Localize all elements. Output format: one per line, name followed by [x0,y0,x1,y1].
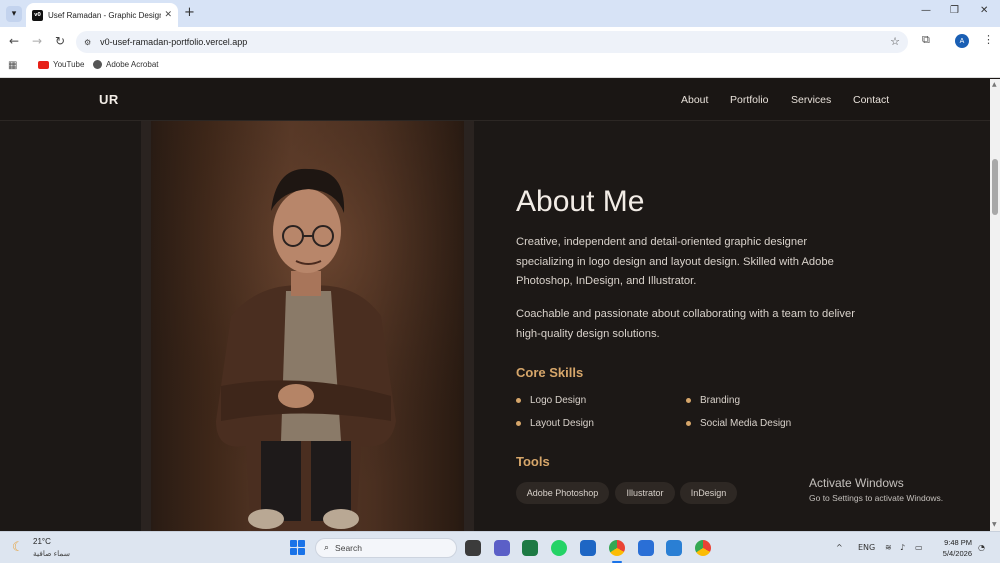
wifi-icon[interactable]: ≋ [885,543,892,552]
weather-moon-icon[interactable]: ☾ [12,540,24,555]
skill-label: Logo Design [530,395,587,406]
database-icon[interactable] [638,540,654,556]
activate-title: Activate Windows [809,476,904,490]
skill-label: Layout Design [530,418,594,429]
profile-avatar[interactable]: A [955,34,969,48]
tools-title: Tools [516,454,550,469]
search-icon: ⌕ [324,543,330,553]
forward-arrow-icon[interactable]: → [32,34,42,48]
tool-tag-indesign: InDesign [680,482,737,504]
bookmark-label: YouTube [53,60,85,69]
scroll-down-arrow-icon[interactable]: ▼ [992,521,997,528]
battery-icon[interactable]: ▭ [915,543,923,552]
about-heading: About Me [516,185,645,218]
tab-search-button[interactable]: ▾ [6,6,22,22]
notification-bell-icon[interactable]: ◔ [978,543,985,552]
weather-temperature[interactable]: 21°C [33,537,51,546]
skill-item: Social Media Design [686,418,791,429]
page-scrollbar[interactable]: ▲ ▼ [990,79,1000,531]
bookmark-star-icon[interactable]: ☆ [890,35,900,48]
bullet-dot [686,421,691,426]
nav-link-services[interactable]: Services [791,94,831,106]
bookmarks-bar: ▦ YouTube Adobe Acrobat [0,56,1000,78]
close-tab-icon[interactable]: ✕ [164,10,172,20]
bookmark-label: Adobe Acrobat [106,60,159,69]
volume-icon[interactable]: ♪ [900,543,905,552]
skill-label: Social Media Design [700,418,792,429]
tool-tag-illustrator: Illustrator [615,482,675,504]
about-paragraph-1: Creative, independent and detail-oriente… [516,236,834,287]
windows-start-icon[interactable] [290,540,305,555]
site-logo[interactable]: UR [99,92,119,107]
bullet-dot [516,421,521,426]
scrollbar-thumb[interactable] [992,159,998,215]
tab-title: Usef Ramadan - Graphic Designer [47,10,162,20]
skill-item: Branding [686,395,740,406]
task-view-icon[interactable] [465,540,481,556]
nav-link-about[interactable]: About [681,94,708,106]
taskbar-search[interactable]: ⌕ Search [315,538,457,558]
activate-windows-watermark: Activate Windows Go to Settings to activ… [809,476,943,503]
browser-tab-strip: ▾ v0 Usef Ramadan - Graphic Designer ✕ +… [0,0,1000,27]
close-window-icon[interactable]: ✕ [980,5,988,16]
skill-item: Logo Design [516,395,586,406]
new-tab-plus-icon[interactable]: + [184,5,195,20]
v0-favicon-icon: v0 [32,9,43,21]
whatsapp-icon[interactable] [551,540,567,556]
url-text[interactable]: v0-usef-ramadan-portfolio.vercel.app [100,37,247,47]
chrome-profile-icon[interactable] [695,540,711,556]
vscode-icon[interactable] [666,540,682,556]
youtube-icon [38,60,49,69]
system-clock[interactable]: 9:48 PM 5/4/2026 [934,537,972,559]
back-arrow-icon[interactable]: ← [9,34,19,48]
teams-icon[interactable] [494,540,510,556]
restore-icon[interactable]: ❐ [950,5,959,16]
browser-menu-icon[interactable]: ⋮ [983,33,994,46]
nav-link-contact[interactable]: Contact [853,94,889,106]
reload-icon[interactable]: ↻ [55,34,65,48]
core-skills-title: Core Skills [516,365,584,380]
address-bar-row: ← → ↻ ⚙ v0-usef-ramadan-portfolio.vercel… [0,27,1000,56]
chrome-icon[interactable] [609,540,625,556]
weather-description[interactable]: سماء صافية [33,549,70,558]
bookmark-youtube[interactable]: YouTube [38,60,84,69]
windows-taskbar: ☾ 21°C سماء صافية ⌕ Search ^ ENG ≋ ♪ ▭ 9… [0,531,1000,563]
nav-link-portfolio[interactable]: Portfolio [730,94,769,106]
apps-grid-icon[interactable]: ▦ [8,60,17,71]
photo-frame-left [141,121,151,531]
clock-date: 5/4/2026 [942,549,972,558]
outlook-icon[interactable] [580,540,596,556]
site-info-icon[interactable]: ⚙ [84,38,91,47]
minimize-icon[interactable]: — [921,5,931,16]
extensions-puzzle-icon[interactable]: ⧉ [922,33,930,47]
excel-icon[interactable] [522,540,538,556]
activate-subtitle: Go to Settings to activate Windows. [809,493,944,503]
bookmark-adobe-acrobat[interactable]: Adobe Acrobat [93,60,158,69]
bullet-dot [686,398,691,403]
bullet-dot [516,398,521,403]
photo-frame-right [464,121,474,531]
language-indicator[interactable]: ENG [858,543,875,552]
skill-item: Layout Design [516,418,594,429]
tray-chevron-up-icon[interactable]: ^ [836,543,843,552]
scroll-up-arrow-icon[interactable]: ▲ [992,81,997,88]
clock-time: 9:48 PM [944,538,972,547]
tool-tag-photoshop: Adobe Photoshop [516,482,609,504]
browser-tab[interactable]: v0 Usef Ramadan - Graphic Designer ✕ [26,3,178,27]
acrobat-icon [93,60,102,69]
about-paragraph-2: Coachable and passionate about collabora… [516,308,855,340]
profile-photo [141,121,474,531]
site-header: UR About Portfolio Services Contact [0,79,990,121]
portrait-illustration [141,121,474,531]
skill-label: Branding [700,395,741,406]
search-placeholder: Search [335,543,362,553]
omnibox[interactable]: ⚙ v0-usef-ramadan-portfolio.vercel.app ☆ [76,31,908,53]
web-page: UR About Portfolio Services Contact Abou… [0,79,990,531]
